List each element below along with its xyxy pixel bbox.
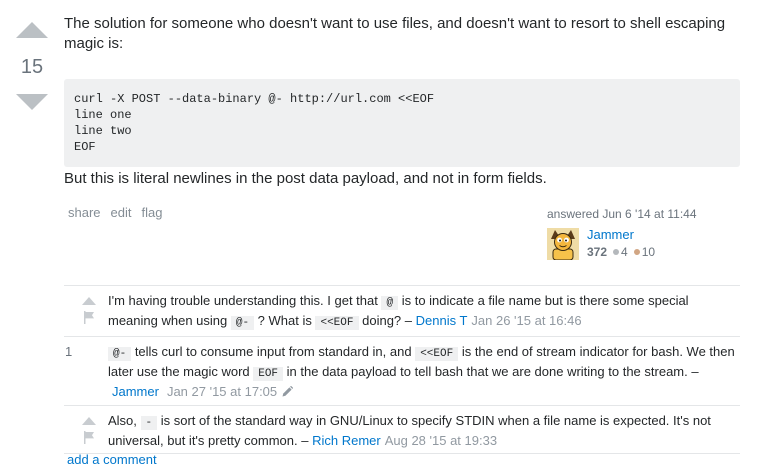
comment-action-icons <box>82 292 108 332</box>
comment: 1 @- tells curl to consume input from st… <box>64 337 740 406</box>
code-line: line two <box>74 124 132 138</box>
comment-upvote-icon <box>82 416 96 425</box>
comment-upvote-button[interactable] <box>82 412 96 429</box>
upvote-arrow-icon[interactable] <box>16 22 48 38</box>
silver-badge: 4 <box>613 245 628 259</box>
comment-actions <box>64 292 108 332</box>
answered-time: answered Jun 6 '14 at 11:44 <box>547 207 697 221</box>
pencil-icon <box>282 385 294 397</box>
comment-text: tells curl to consume input from standar… <box>131 344 416 359</box>
comment-body: @- tells curl to consume input from stan… <box>108 343 738 401</box>
inline-code: @- <box>230 316 255 330</box>
avatar-head-shape <box>554 233 572 251</box>
comment-text: doing? – <box>358 313 416 328</box>
post-outro-paragraph: But this is literal newlines in the post… <box>64 170 547 187</box>
comment-score <box>64 412 82 449</box>
comment-upvote-icon <box>82 296 96 305</box>
bronze-badge-count: 10 <box>641 245 656 259</box>
user-reputation-line: 372 4 10 <box>587 245 655 260</box>
comment-date[interactable]: Aug 28 '15 at 19:33 <box>385 433 497 448</box>
inline-code: EOF <box>253 367 284 381</box>
post-body: The solution for someone who doesn't wan… <box>64 0 740 230</box>
comment-action-icons <box>82 343 108 401</box>
code-block: curl -X POST --data-binary @- http://url… <box>64 79 740 167</box>
downvote-arrow-icon[interactable] <box>16 94 48 110</box>
vote-cell: 15 <box>0 0 64 120</box>
code-line: EOF <box>74 140 96 154</box>
pencil-icon-body <box>282 387 292 397</box>
inline-code: <<EOF <box>415 347 459 361</box>
avatar-pupil-left <box>559 239 561 242</box>
comment-body: I'm having trouble understanding this. I… <box>108 292 738 332</box>
post-intro-paragraph: The solution for someone who doesn't wan… <box>64 15 726 52</box>
flag-icon-shape <box>84 311 94 324</box>
pencil-icon-eraser <box>290 385 294 389</box>
flag-icon <box>84 311 94 324</box>
comment-actions: 1 <box>64 343 108 401</box>
comment-author-link[interactable]: Rich Remer <box>312 433 381 448</box>
comment-text: in the data payload to tell bash that we… <box>283 364 699 379</box>
comment-text: Also, <box>108 413 141 428</box>
flag-icon <box>84 431 94 444</box>
post-menu: share edit flag <box>65 204 169 221</box>
bronze-badge: 10 <box>633 245 656 259</box>
comment-flag-button[interactable] <box>82 429 96 446</box>
comment-text: I'm having trouble understanding this. I… <box>108 293 382 308</box>
share-link[interactable]: share <box>65 205 104 220</box>
user-card: answered Jun 6 '14 at 11:44 Jammer 372 4 1… <box>547 206 740 262</box>
comment-author-link[interactable]: Dennis T <box>416 313 468 328</box>
add-comment-link[interactable]: add a comment <box>64 451 160 468</box>
code-line: line one <box>74 108 132 122</box>
avatar-pupil-right <box>565 239 567 242</box>
silver-badge-icon <box>613 249 620 255</box>
inline-code: @ <box>381 296 399 310</box>
reputation-score: 372 <box>587 245 608 259</box>
code-line: curl -X POST --data-binary @- http://url… <box>74 92 435 106</box>
comment-text: ? What is <box>254 313 316 328</box>
vote-count: 15 <box>20 56 44 78</box>
edited-button[interactable] <box>282 384 294 401</box>
comment-flag-button[interactable] <box>82 309 96 326</box>
user-name-link[interactable]: Jammer <box>587 227 634 243</box>
bronze-badge-icon <box>633 249 640 255</box>
comment: I'm having trouble understanding this. I… <box>64 286 740 337</box>
comment-body: Also, - is sort of the standard way in G… <box>108 412 738 449</box>
user-avatar[interactable] <box>547 228 579 260</box>
comment-list: I'm having trouble understanding this. I… <box>64 285 740 454</box>
comment: Also, - is sort of the standard way in G… <box>64 406 740 454</box>
inline-code: - <box>140 416 158 430</box>
comment-date[interactable]: Jan 27 '15 at 17:05 <box>167 384 277 399</box>
comment-actions <box>64 412 108 449</box>
flag-link[interactable]: flag <box>139 205 166 220</box>
comment-author-link[interactable]: Jammer <box>108 384 163 399</box>
comment-score <box>64 292 82 332</box>
comment-score: 1 <box>65 344 73 359</box>
inline-code: <<EOF <box>315 316 359 330</box>
inline-code: @- <box>108 347 132 361</box>
comment-upvote-button[interactable] <box>82 292 96 309</box>
silver-badge-count: 4 <box>621 245 628 259</box>
comment-date[interactable]: Jan 26 '15 at 16:46 <box>471 313 581 328</box>
edit-link[interactable]: edit <box>108 205 135 220</box>
flag-icon-shape <box>84 431 94 444</box>
comment-action-icons <box>82 412 108 449</box>
